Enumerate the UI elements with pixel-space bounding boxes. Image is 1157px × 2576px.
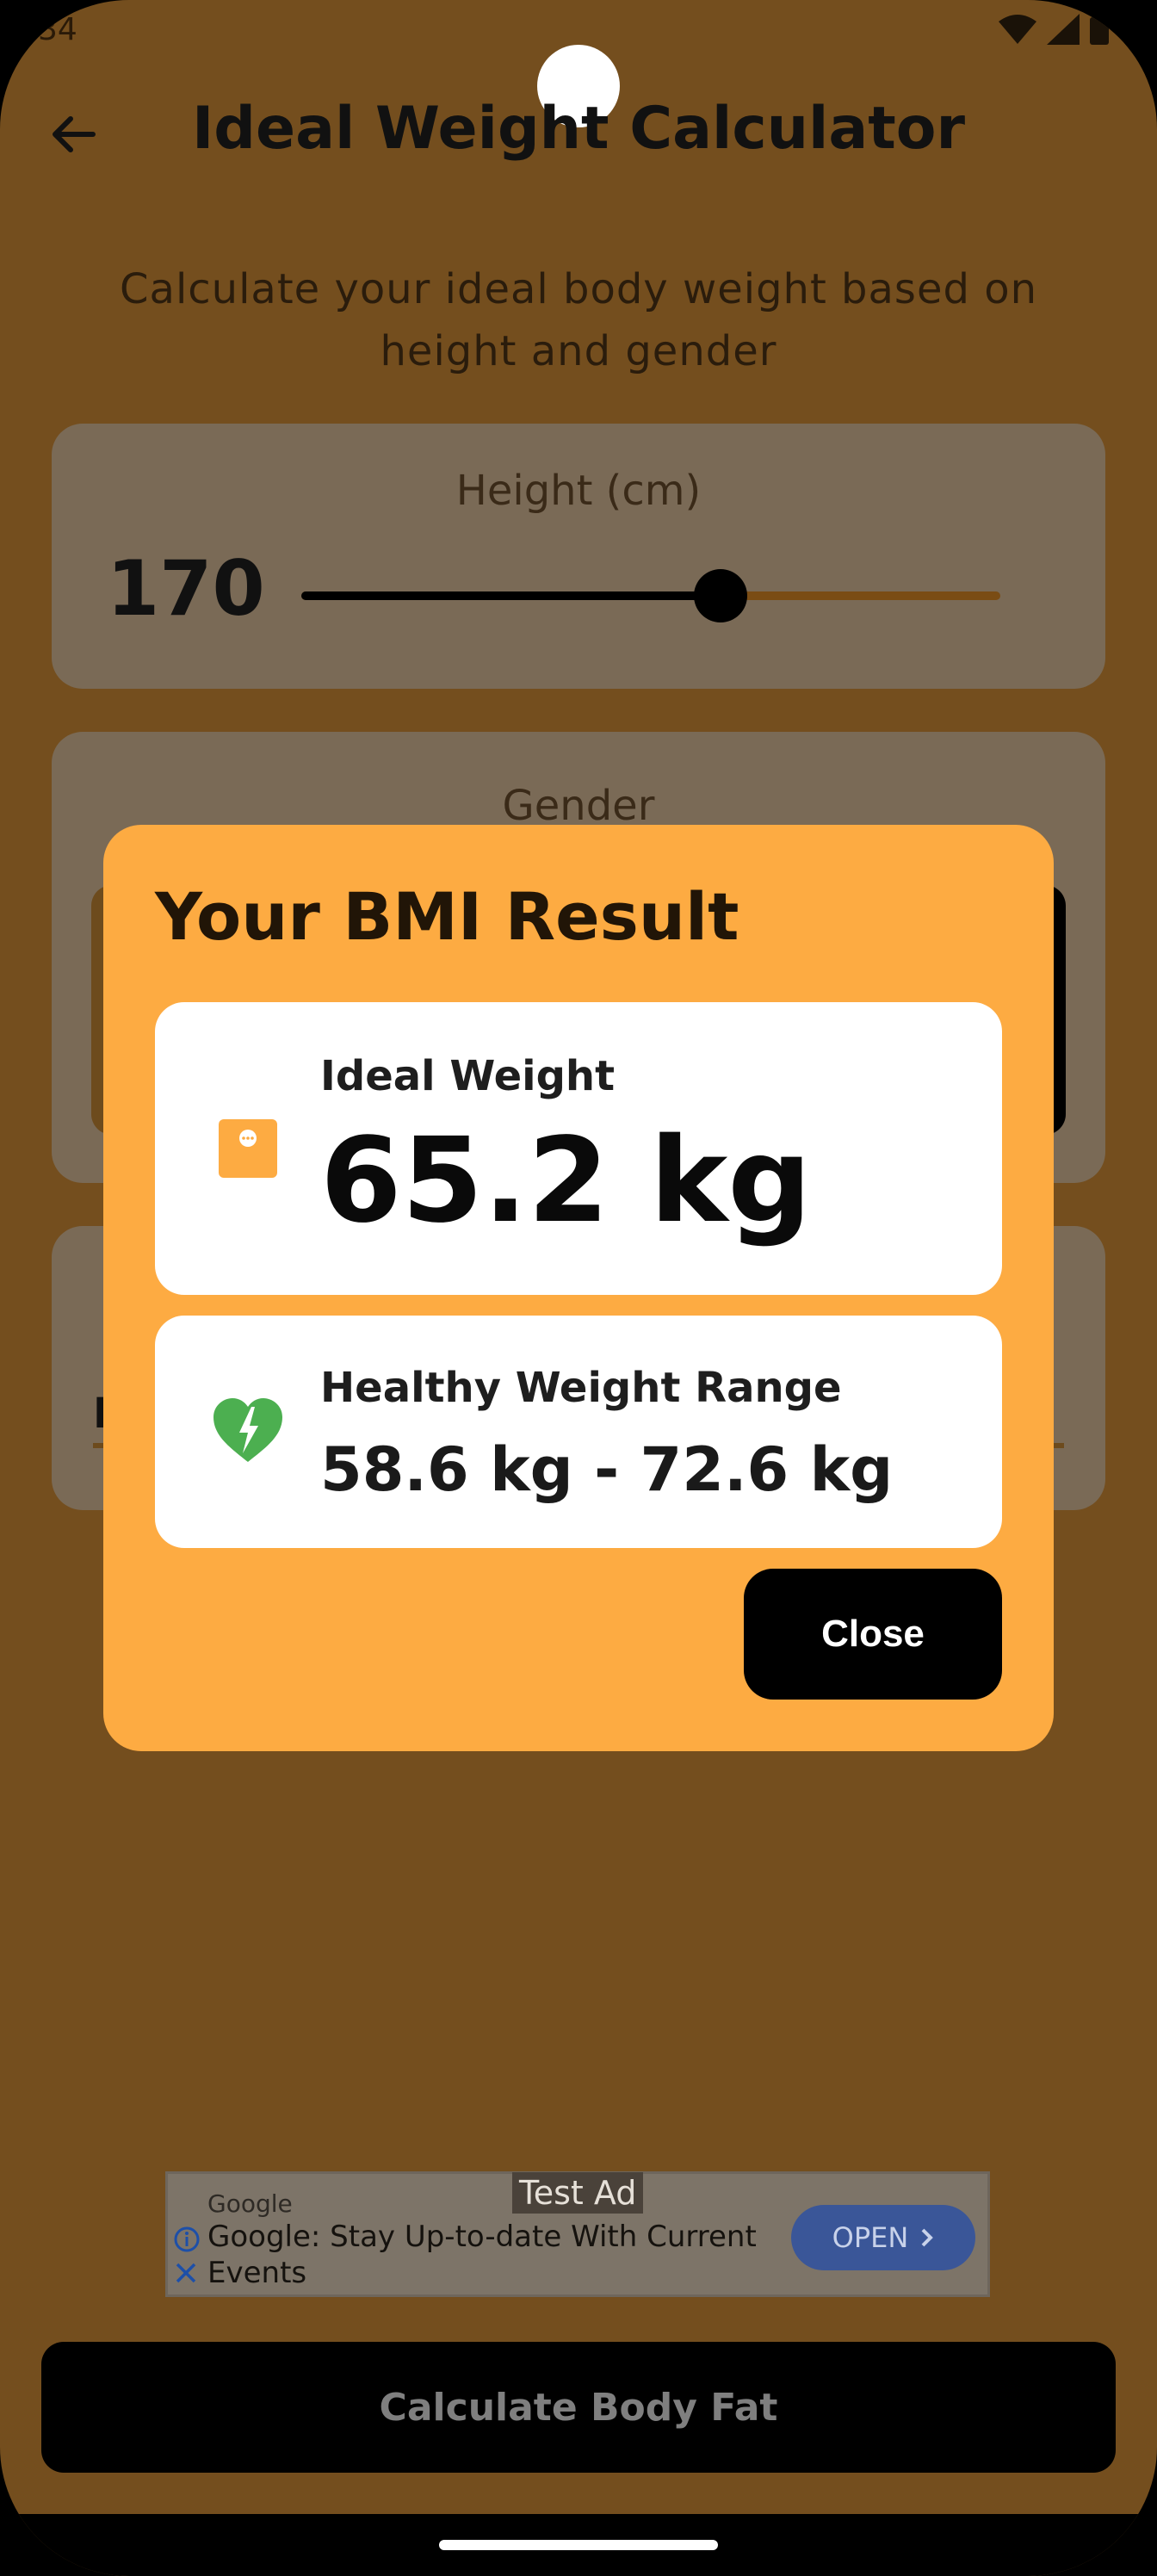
page-subtitle: Calculate your ideal body weight based o… xyxy=(120,265,1037,375)
height-card: Height (cm) 170 xyxy=(52,424,1105,689)
ideal-weight-card: Ideal Weight 65.2 kg xyxy=(155,1002,1002,1295)
status-time: 34 xyxy=(38,12,77,47)
scale-icon xyxy=(219,1119,277,1178)
ad-headline: Google: Stay Up-to-date With Current Eve… xyxy=(207,2220,757,2290)
calculate-body-fat-button[interactable]: Calculate Body Fat xyxy=(41,2342,1116,2473)
close-button-label: Close xyxy=(821,1613,925,1655)
page-title: Ideal Weight Calculator xyxy=(191,95,965,163)
ad-brand: Google xyxy=(207,2189,293,2218)
wifi-icon xyxy=(999,15,1036,44)
home-indicator[interactable] xyxy=(439,2540,718,2550)
ad-banner[interactable]: Google Test Ad Google: Stay Up-to-date W… xyxy=(165,2171,990,2297)
height-value: 170 xyxy=(107,544,265,633)
gender-label: Gender xyxy=(502,782,655,830)
calculate-body-fat-label: Calculate Body Fat xyxy=(379,2385,778,2430)
height-slider-fill xyxy=(301,591,721,600)
chevron-right-icon xyxy=(921,2228,934,2247)
dialog-title: Your BMI Result xyxy=(155,878,739,955)
close-button[interactable]: Close xyxy=(744,1569,1002,1700)
height-slider-thumb[interactable] xyxy=(694,569,747,622)
ad-open-label: OPEN xyxy=(832,2221,909,2254)
ad-open-button[interactable]: OPEN xyxy=(791,2205,975,2270)
ideal-weight-label: Ideal Weight xyxy=(320,1052,616,1100)
status-icons xyxy=(999,14,1109,45)
healthy-range-label: Healthy Weight Range xyxy=(320,1364,842,1412)
battery-icon xyxy=(1090,14,1109,45)
healthy-range-card: Healthy Weight Range 58.6 kg - 72.6 kg xyxy=(155,1316,1002,1548)
ideal-weight-value: 65.2 kg xyxy=(320,1113,812,1249)
bmi-result-dialog: Your BMI Result Ideal Weight 65.2 kg Hea… xyxy=(103,825,1054,1751)
heart-bolt-icon xyxy=(213,1398,282,1462)
close-icon[interactable] xyxy=(173,2260,199,2286)
info-icon[interactable] xyxy=(173,2226,201,2253)
height-slider[interactable] xyxy=(301,569,1000,622)
ad-test-tag: Test Ad xyxy=(512,2172,644,2214)
healthy-range-value: 58.6 kg - 72.6 kg xyxy=(320,1434,894,1505)
signal-icon xyxy=(1047,14,1080,45)
height-label: Height (cm) xyxy=(455,467,702,515)
app-screen: 34 Ideal Weight Calculator Calculate you… xyxy=(0,0,1157,2576)
